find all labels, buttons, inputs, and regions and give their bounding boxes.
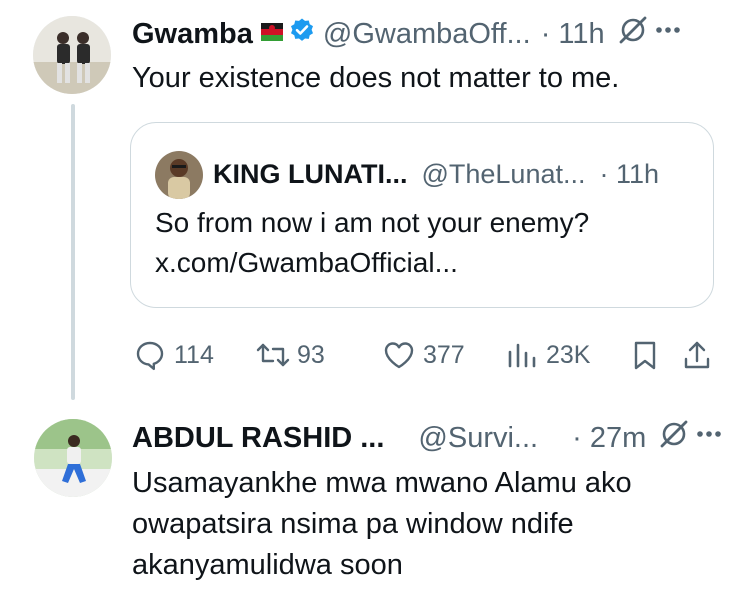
- quoted-tweet-text: So from now i am not your enemy?: [155, 207, 590, 238]
- reply-text-line: Usamayankhe mwa mwano Alamu ako: [132, 467, 632, 499]
- views-count: 23K: [546, 340, 591, 369]
- reply-icon: [134, 339, 166, 371]
- tweet-time[interactable]: · 11h: [541, 18, 605, 51]
- views-button[interactable]: 23K: [506, 335, 590, 375]
- bookmark-button[interactable]: [630, 335, 660, 375]
- reply-button[interactable]: 114: [134, 335, 214, 375]
- quoted-tweet-card[interactable]: KING LUNATI... @TheLunat... · 11h So fro…: [130, 122, 714, 308]
- repost-icon: [255, 339, 291, 371]
- reply-time[interactable]: · 27m: [572, 422, 646, 455]
- author-handle[interactable]: @GwambaOff...: [323, 18, 531, 51]
- reply-text-line: owapatsira nsima pa window ndife: [132, 508, 574, 540]
- share-button[interactable]: [681, 335, 713, 375]
- reply-grok-icon[interactable]: [658, 418, 690, 458]
- grok-icon[interactable]: [617, 14, 649, 54]
- more-options-icon[interactable]: [653, 15, 683, 53]
- like-count: 377: [423, 340, 465, 369]
- heart-icon: [382, 339, 416, 371]
- avatar-photo: [33, 16, 111, 94]
- bookmark-icon: [630, 339, 660, 371]
- quoted-author-avatar: [155, 151, 203, 199]
- like-button[interactable]: 377: [382, 335, 465, 375]
- quoted-author-name: KING LUNATI...: [213, 158, 408, 189]
- quoted-avatar-photo: [155, 151, 203, 199]
- thread-connector-line: [71, 104, 75, 400]
- author-avatar[interactable]: [33, 16, 111, 94]
- repost-count: 93: [297, 340, 325, 369]
- quoted-tweet-time: · 11h: [599, 158, 660, 189]
- reply-avatar-photo: [34, 419, 112, 497]
- reply-text: Usamayankhe mwa mwano Alamu ako owapatsi…: [132, 463, 712, 586]
- tweet-text: Your existence does not matter to me.: [132, 62, 620, 94]
- reply-author-name[interactable]: ABDUL RASHID ...: [132, 422, 384, 455]
- views-chart-icon: [506, 339, 540, 371]
- reply-author-avatar[interactable]: [34, 419, 112, 497]
- malawi-flag-icon: [260, 18, 283, 51]
- quoted-author-handle: @TheLunat...: [421, 158, 586, 189]
- reply-author-handle[interactable]: @Survi...: [418, 422, 538, 455]
- reply-count: 114: [174, 340, 214, 369]
- verified-badge-icon[interactable]: [289, 17, 315, 51]
- share-icon: [681, 339, 713, 371]
- author-name[interactable]: Gwamba: [132, 18, 253, 51]
- reply-more-options-icon[interactable]: [694, 419, 724, 457]
- reply-header: ABDUL RASHID ... @Survi... · 27m: [132, 418, 724, 458]
- quoted-tweet-link: x.com/GwambaOfficial...: [155, 247, 458, 278]
- repost-button[interactable]: 93: [255, 335, 325, 375]
- quoted-tweet-header: KING LUNATI... @TheLunat... · 11h: [213, 154, 659, 194]
- reply-text-line: akanyamulidwa soon: [132, 549, 403, 581]
- tweet-header: Gwamba @GwambaOff... · 11h: [132, 14, 683, 54]
